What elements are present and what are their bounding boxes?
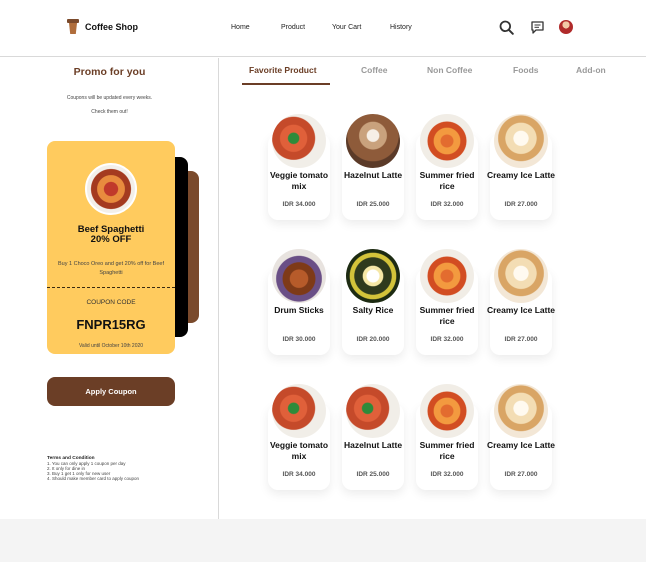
search-icon[interactable]: [497, 18, 515, 36]
promo-subtitle-2: Check them out!: [91, 109, 128, 115]
product-name: Creamy Ice Latte: [486, 440, 556, 450]
active-tab-indicator: [242, 83, 330, 85]
product-card[interactable]: Hazelnut Latte IDR 25.000: [342, 384, 404, 490]
product-name: Summer fried rice: [419, 170, 475, 191]
product-name: Summer fried rice: [419, 305, 475, 326]
product-price: IDR 32.000: [430, 201, 464, 208]
product-price: IDR 27.000: [504, 471, 538, 478]
coupon-food-image: [85, 163, 137, 215]
product-image: [494, 384, 548, 438]
product-price: IDR 27.000: [504, 201, 538, 208]
product-image: [420, 114, 474, 168]
product-image: [272, 249, 326, 303]
product-price: IDR 32.000: [430, 471, 464, 478]
product-card[interactable]: Creamy Ice Latte IDR 27.000: [487, 114, 555, 220]
product-name: Veggie tomato mix: [269, 170, 329, 191]
product-price: IDR 32.000: [430, 336, 464, 343]
product-name: Veggie tomato mix: [269, 440, 329, 461]
product-card[interactable]: Summer fried rice IDR 32.000: [416, 384, 478, 490]
nav-your-cart[interactable]: Your Cart: [332, 24, 361, 31]
brand-name: Coffee Shop: [85, 21, 138, 32]
product-image: [346, 249, 400, 303]
product-name: Creamy Ice Latte: [486, 305, 556, 315]
promo-panel: Promo for you Coupons will be updated ev…: [0, 58, 219, 519]
product-card[interactable]: Creamy Ice Latte IDR 27.000: [487, 384, 555, 490]
product-name: Hazelnut Latte: [343, 440, 403, 450]
coupon-divider: [47, 287, 175, 288]
nav-home[interactable]: Home: [231, 24, 250, 31]
coupon-code-label: COUPON CODE: [86, 299, 136, 306]
terms-and-conditions: Terms and Condition 1. You can only appl…: [47, 456, 207, 481]
product-price: IDR 27.000: [504, 336, 538, 343]
product-image: [346, 114, 400, 168]
tab-add-on[interactable]: Add-on: [576, 65, 606, 75]
product-card[interactable]: Creamy Ice Latte IDR 27.000: [487, 249, 555, 355]
product-image: [420, 249, 474, 303]
product-price: IDR 34.000: [282, 201, 316, 208]
avatar[interactable]: [559, 20, 573, 34]
product-card[interactable]: Summer fried rice IDR 32.000: [416, 114, 478, 220]
product-name: Summer fried rice: [419, 440, 475, 461]
product-image: [494, 249, 548, 303]
product-image: [494, 114, 548, 168]
nav-product[interactable]: Product: [281, 24, 305, 31]
product-price: IDR 34.000: [282, 471, 316, 478]
coupon-discount: 20% OFF: [90, 234, 132, 245]
product-card[interactable]: Summer fried rice IDR 32.000: [416, 249, 478, 355]
product-name: Salty Rice: [352, 305, 394, 315]
product-card[interactable]: Drum Sticks IDR 30.000: [268, 249, 330, 355]
product-card[interactable]: Veggie tomato mix IDR 34.000: [268, 114, 330, 220]
coupon-card[interactable]: Beef Spaghetti 20% OFF Buy 1 Choco Oreo …: [47, 141, 175, 354]
product-image: [272, 384, 326, 438]
page: Coffee Shop Home Product Your Cart Histo…: [0, 0, 646, 519]
product-name: Creamy Ice Latte: [486, 170, 556, 180]
top-navbar: Coffee Shop Home Product Your Cart Histo…: [0, 0, 646, 57]
product-image: [272, 114, 326, 168]
terms-item: 4. Should make member card to apply coup…: [47, 476, 140, 481]
product-image: [420, 384, 474, 438]
chat-icon[interactable]: [528, 18, 546, 36]
tab-favorite-product[interactable]: Favorite Product: [249, 65, 317, 75]
product-card[interactable]: Hazelnut Latte IDR 25.000: [342, 114, 404, 220]
tab-coffee[interactable]: Coffee: [361, 65, 387, 75]
product-card[interactable]: Salty Rice IDR 20.000: [342, 249, 404, 355]
product-price: IDR 25.000: [356, 471, 390, 478]
coupon-valid-until: Valid until October 10th 2020: [78, 343, 144, 349]
product-image: [346, 384, 400, 438]
product-price: IDR 30.000: [282, 336, 316, 343]
brand-logo[interactable]: Coffee Shop: [67, 19, 138, 34]
promo-title: Promo for you: [73, 66, 146, 78]
coupon-title: Beef Spaghetti 20% OFF: [47, 225, 175, 245]
promo-subtitle: Coupons will be updated every weeks.: [66, 95, 153, 101]
header-actions: [497, 18, 573, 36]
product-card[interactable]: Veggie tomato mix IDR 34.000: [268, 384, 330, 490]
product-name: Hazelnut Latte: [343, 170, 403, 180]
product-price: IDR 25.000: [356, 201, 390, 208]
product-name: Drum Sticks: [274, 305, 324, 315]
tab-non-coffee[interactable]: Non Coffee: [427, 65, 472, 75]
tab-foods[interactable]: Foods: [513, 65, 539, 75]
nav-history[interactable]: History: [390, 24, 412, 31]
product-price: IDR 20.000: [356, 336, 390, 343]
coupon-description: Buy 1 Choco Oreo and get 20% off for Bee…: [58, 261, 164, 276]
coffee-cup-icon: [67, 19, 79, 34]
apply-coupon-button[interactable]: Apply Coupon: [47, 377, 175, 406]
coupon-code: FNPR15RG: [76, 317, 146, 332]
